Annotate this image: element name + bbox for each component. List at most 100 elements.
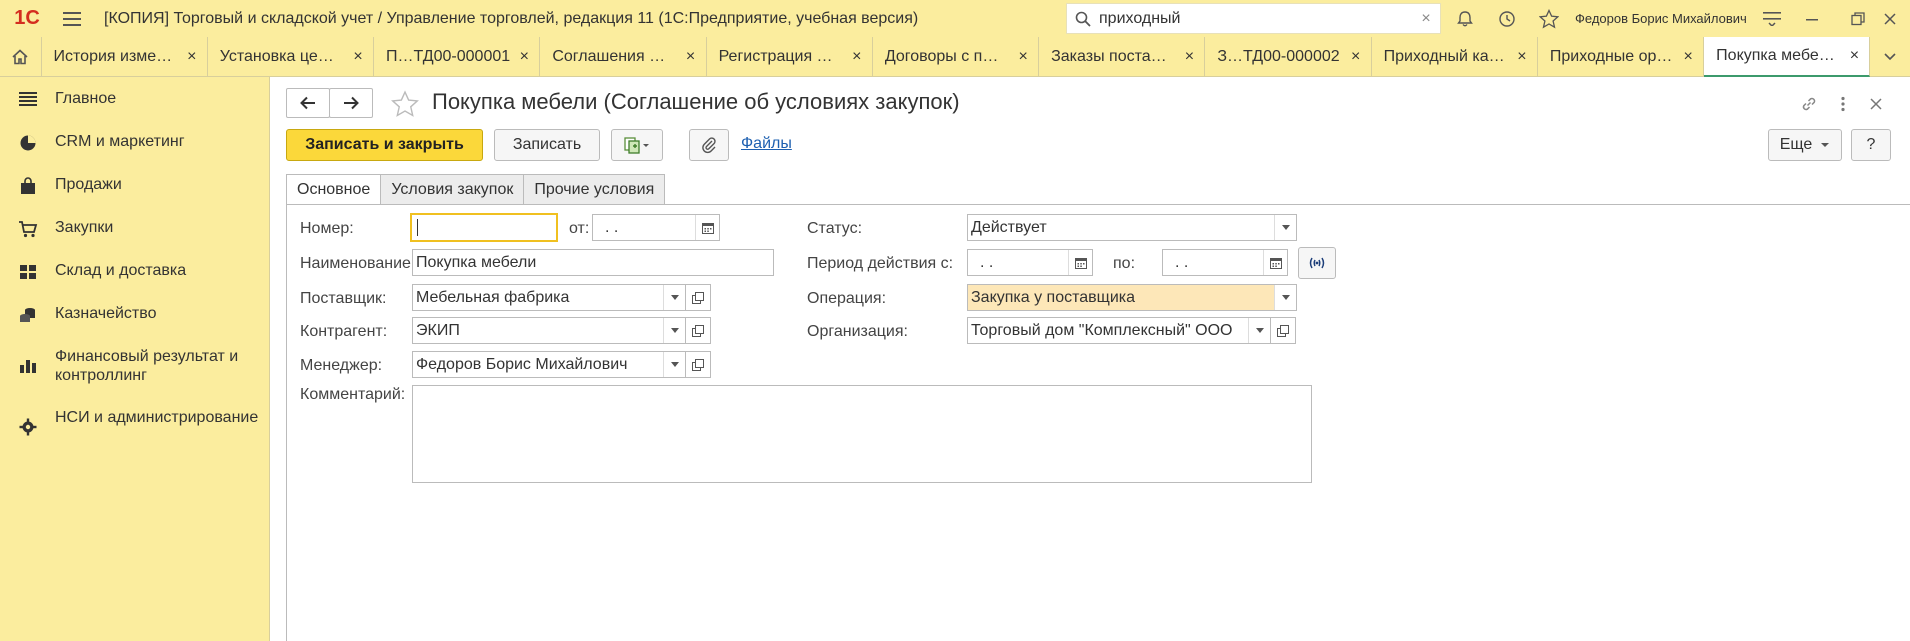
create-based-on-button[interactable] <box>611 129 663 161</box>
number-field[interactable] <box>410 213 558 242</box>
tab-close-button[interactable]: × <box>682 48 700 66</box>
dropdown-arrow-icon[interactable] <box>1274 285 1296 310</box>
more-vertical-icon <box>1841 96 1845 112</box>
settings-menu-button[interactable] <box>1752 0 1792 37</box>
add-to-favorites-button[interactable] <box>390 89 420 119</box>
tab-close-button[interactable]: × <box>1014 48 1032 66</box>
global-search[interactable]: × <box>1066 3 1441 34</box>
coins-icon <box>0 304 55 324</box>
manager-open-button[interactable] <box>685 351 711 378</box>
tab-close-button[interactable]: × <box>1513 48 1531 66</box>
tab-close-button[interactable]: × <box>183 48 201 66</box>
sidebar-item-warehouse[interactable]: Склад и доставка <box>0 261 270 281</box>
search-clear-button[interactable]: × <box>1412 10 1440 28</box>
tab-close-button[interactable]: × <box>1180 48 1198 66</box>
link-icon <box>1802 97 1816 111</box>
attach-file-button[interactable] <box>689 129 729 161</box>
files-link[interactable]: Файлы <box>741 135 792 153</box>
window-tab[interactable]: З…ТД00-000002 × <box>1205 37 1372 77</box>
sidebar-item-finance[interactable]: Финансовый результат и контроллинг <box>0 347 270 385</box>
date-field[interactable]: . . <box>592 214 720 241</box>
sidebar-item-sales[interactable]: Продажи <box>0 175 270 195</box>
manager-select[interactable]: Федоров Борис Михайлович <box>412 351 686 378</box>
paperclip-icon <box>702 137 716 154</box>
calendar-icon[interactable] <box>1263 250 1287 275</box>
close-window-button[interactable] <box>1870 0 1910 37</box>
counterparty-select[interactable]: ЭКИП <box>412 317 686 344</box>
tab-close-button[interactable]: × <box>1679 48 1697 66</box>
tab-label: Установка це… <box>219 48 334 65</box>
period-to-field[interactable]: . . <box>1162 249 1288 276</box>
sidebar-item-admin[interactable]: НСИ и администрирование <box>0 408 270 436</box>
sidebar-item-treasury[interactable]: Казначейство <box>0 304 270 324</box>
counterparty-open-button[interactable] <box>685 317 711 344</box>
forward-button[interactable] <box>329 88 373 118</box>
history-icon <box>1499 10 1515 27</box>
tab-close-button[interactable]: × <box>1845 47 1863 65</box>
dropdown-arrow-icon[interactable] <box>1274 215 1296 240</box>
calendar-icon[interactable] <box>695 215 719 240</box>
sidebar-item-crm[interactable]: CRM и маркетинг <box>0 132 270 152</box>
gear-icon <box>0 408 55 436</box>
home-tab[interactable] <box>0 37 42 77</box>
sidebar-item-main[interactable]: Главное <box>0 89 270 108</box>
notifications-button[interactable] <box>1445 0 1485 37</box>
window-tab[interactable]: История изме… × <box>42 37 208 77</box>
window-tab[interactable]: Приходный ка… × <box>1372 37 1538 77</box>
help-button[interactable]: ? <box>1851 129 1891 161</box>
window-tab[interactable]: Договоры с п… × <box>873 37 1040 77</box>
sidebar-item-label: CRM и маркетинг <box>55 133 185 150</box>
chevron-down-icon <box>1884 52 1896 60</box>
calendar-icon[interactable] <box>1068 250 1092 275</box>
status-select[interactable]: Действует <box>967 214 1297 241</box>
tab-label: П…ТД00-000001 <box>386 48 511 65</box>
dropdown-arrow-icon[interactable] <box>663 285 685 310</box>
favorites-button[interactable] <box>1529 0 1569 37</box>
save-button[interactable]: Записать <box>494 129 600 161</box>
organization-open-button[interactable] <box>1270 317 1296 344</box>
more-actions-button[interactable]: Еще <box>1768 129 1842 161</box>
dropdown-arrow-icon[interactable] <box>663 352 685 377</box>
date-label: от: <box>569 220 590 237</box>
tab-other-terms[interactable]: Прочие условия <box>523 174 666 205</box>
current-user[interactable]: Федоров Борис Михайлович <box>1575 0 1747 37</box>
copy-link-button[interactable] <box>1794 89 1824 119</box>
tab-close-button[interactable]: × <box>349 48 367 66</box>
window-tab[interactable]: Соглашения … × <box>540 37 707 77</box>
back-button[interactable] <box>286 88 330 118</box>
tab-label: Заказы поста… <box>1051 48 1167 65</box>
tab-close-button[interactable]: × <box>515 48 533 66</box>
name-field[interactable]: Покупка мебели <box>412 249 774 276</box>
comment-textarea[interactable] <box>412 385 1312 483</box>
window-tab[interactable]: П…ТД00-000001 × <box>374 37 541 77</box>
dropdown-arrow-icon[interactable] <box>1248 318 1270 343</box>
save-and-close-button[interactable]: Записать и закрыть <box>286 129 483 161</box>
main-menu-button[interactable] <box>54 0 90 37</box>
history-button[interactable] <box>1487 0 1527 37</box>
window-tab-active[interactable]: Покупка мебе… × <box>1704 37 1871 77</box>
window-tab[interactable]: Приходные ор… × <box>1538 37 1705 77</box>
close-form-button[interactable] <box>1861 89 1891 119</box>
tab-close-button[interactable]: × <box>848 48 866 66</box>
tabs-more-button[interactable] <box>1870 37 1910 76</box>
organization-select[interactable]: Торговый дом "Комплексный" ООО <box>967 317 1271 344</box>
arrow-left-icon <box>300 96 315 110</box>
operation-select[interactable]: Закупка у поставщика <box>967 284 1297 311</box>
window-tab[interactable]: Регистрация … × <box>707 37 873 77</box>
window-tab[interactable]: Установка це… × <box>208 37 375 77</box>
search-input[interactable] <box>1095 9 1412 28</box>
window-tab[interactable]: Заказы поста… × <box>1039 37 1206 77</box>
tab-purchase-terms[interactable]: Условия закупок <box>380 174 525 205</box>
period-from-field[interactable]: . . <box>967 249 1093 276</box>
supplier-open-button[interactable] <box>685 284 711 311</box>
minimize-button[interactable] <box>1792 0 1832 37</box>
dropdown-arrow-icon[interactable] <box>663 318 685 343</box>
sidebar-item-purchases[interactable]: Закупки <box>0 218 270 238</box>
tab-close-button[interactable]: × <box>1347 48 1365 66</box>
shopping-bag-icon <box>0 175 55 195</box>
tab-main[interactable]: Основное <box>286 174 382 205</box>
supplier-select[interactable]: Мебельная фабрика <box>412 284 686 311</box>
status-value: Действует <box>971 218 1047 236</box>
select-period-button[interactable] <box>1298 247 1336 279</box>
form-menu-button[interactable] <box>1828 89 1858 119</box>
